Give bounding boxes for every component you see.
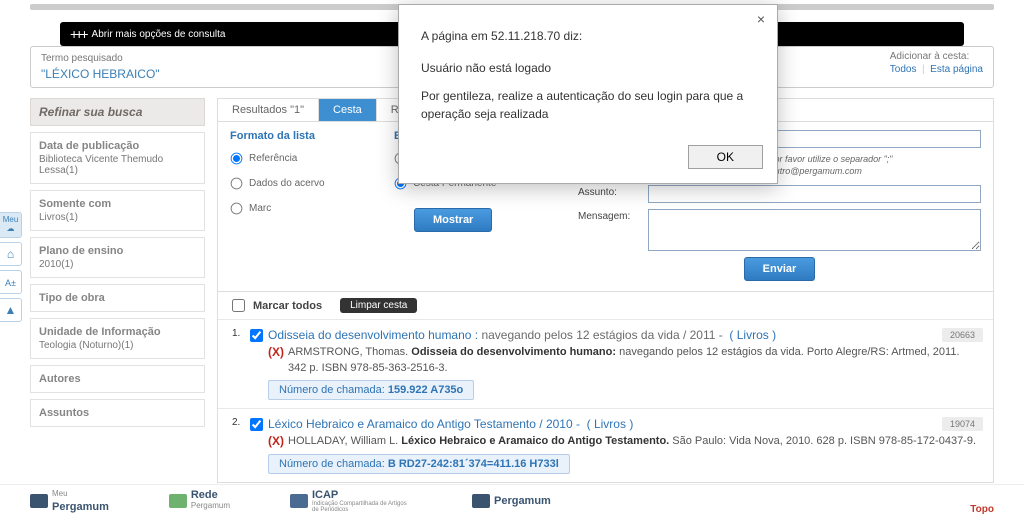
list-format-panel: Formato da lista Referência Dados do ace…: [230, 130, 370, 281]
enviar-button[interactable]: Enviar: [744, 257, 816, 281]
mensagem-textarea[interactable]: [648, 209, 981, 251]
close-icon[interactable]: ×: [751, 9, 771, 29]
assunto-label: Assunto:: [578, 185, 638, 203]
brand-meu-pergamum[interactable]: MeuPergamum: [30, 489, 109, 513]
brand-icon: [30, 494, 48, 508]
result-checkbox[interactable]: [250, 329, 263, 342]
radio-referencia[interactable]: Referência: [230, 152, 370, 165]
facet-assuntos[interactable]: Assuntos: [30, 399, 205, 427]
mark-all-checkbox[interactable]: [232, 299, 245, 312]
result-checkbox[interactable]: [250, 418, 263, 431]
facet-plano-ensino[interactable]: Plano de ensino 2010(1): [30, 237, 205, 278]
result-title-link[interactable]: Odisseia do desenvolvimento humano : nav…: [268, 328, 979, 342]
brand-icon: [169, 494, 187, 508]
mark-all-label: Marcar todos: [253, 300, 322, 312]
result-checkbox-wrap: [250, 328, 268, 400]
result-checkbox-wrap: [250, 417, 268, 473]
facet-unidade-informacao[interactable]: Unidade de Informação Teologia (Noturno)…: [30, 318, 205, 359]
refine-sidebar: Refinar sua busca Data de publicação Bib…: [30, 98, 205, 483]
layers-icon: ☁: [7, 224, 15, 233]
mostrar-button[interactable]: Mostrar: [414, 208, 492, 232]
topo-link[interactable]: Topo: [970, 504, 994, 515]
facet-somente-com[interactable]: Somente com Livros(1): [30, 190, 205, 231]
call-number-box[interactable]: Número de chamada: 159.922 A735o: [268, 380, 474, 400]
mark-all-row: Marcar todos Limpar cesta: [218, 291, 993, 319]
left-floating-toolbar: Meu☁ ⌂ A± ▲: [0, 212, 22, 322]
plus-icon: +++: [70, 26, 86, 42]
results-list: 1. Odisseia do desenvolvimento humano : …: [218, 319, 993, 481]
brand-icon: [472, 494, 490, 508]
facet-tipo-obra[interactable]: Tipo de obra: [30, 284, 205, 312]
home-icon: ⌂: [7, 247, 14, 261]
call-number-box[interactable]: Número de chamada: B RD27-242:81´374=411…: [268, 454, 570, 474]
facet-autores[interactable]: Autores: [30, 365, 205, 393]
remove-icon[interactable]: (X): [268, 345, 284, 359]
result-bibliography: ARMSTRONG, Thomas. Odisseia do desenvolv…: [288, 345, 979, 376]
radio-marc[interactable]: Marc: [230, 202, 370, 215]
result-item: 1. Odisseia do desenvolvimento humano : …: [218, 319, 993, 408]
alert-title: A página em 52.11.218.70 diz:: [421, 27, 755, 45]
add-basket-box: Adicionar à cesta: Todos | Esta página: [890, 51, 983, 75]
alert-message-1: Usuário não está logado: [421, 59, 755, 77]
refine-heading: Refinar sua busca: [30, 98, 205, 126]
browser-alert-dialog: × A página em 52.11.218.70 diz: Usuário …: [398, 4, 778, 184]
mensagem-label: Mensagem:: [578, 209, 638, 251]
more-options-label: Abrir mais opções de consulta: [92, 29, 226, 40]
tab-resultados[interactable]: Resultados "1": [218, 99, 319, 121]
result-title-link[interactable]: Léxico Hebraico e Aramaico do Antigo Tes…: [268, 417, 979, 431]
footer: MeuPergamum RedePergamum ICAPIndicação C…: [0, 484, 1024, 517]
list-format-heading: Formato da lista: [230, 130, 370, 142]
add-all-link[interactable]: Todos: [890, 64, 917, 75]
lt-font-size[interactable]: A±: [0, 270, 22, 294]
add-basket-label: Adicionar à cesta:: [890, 51, 983, 62]
alert-message-2: Por gentileza, realize a autenticação do…: [421, 87, 755, 123]
lt-meu[interactable]: Meu☁: [0, 212, 22, 238]
acervo-number: 19074: [942, 417, 983, 431]
result-number: 2.: [232, 417, 250, 473]
assunto-input[interactable]: [648, 185, 981, 203]
chevron-up-icon: ▲: [5, 303, 17, 317]
alert-ok-button[interactable]: OK: [688, 145, 763, 169]
clear-basket-button[interactable]: Limpar cesta: [340, 298, 417, 313]
result-bibliography: HOLLADAY, William L. Léxico Hebraico e A…: [288, 434, 976, 449]
result-number: 1.: [232, 328, 250, 400]
add-this-page-link[interactable]: Esta página: [930, 64, 983, 75]
radio-dados-acervo[interactable]: Dados do acervo: [230, 177, 370, 190]
lt-home[interactable]: ⌂: [0, 242, 22, 266]
result-item: 2. Léxico Hebraico e Aramaico do Antigo …: [218, 408, 993, 481]
font-size-icon: A±: [5, 278, 16, 288]
facet-data-publicacao[interactable]: Data de publicação Biblioteca Vicente Th…: [30, 132, 205, 184]
remove-icon[interactable]: (X): [268, 434, 284, 448]
brand-icon: [290, 494, 308, 508]
brand-pergamum[interactable]: Pergamum: [472, 494, 551, 508]
lt-top[interactable]: ▲: [0, 298, 22, 322]
brand-rede-pergamum[interactable]: RedePergamum: [169, 489, 230, 513]
brand-icap[interactable]: ICAPIndicação Compartilhada de Artigos d…: [290, 489, 412, 513]
tab-cesta[interactable]: Cesta: [319, 99, 377, 121]
acervo-number: 20663: [942, 328, 983, 342]
